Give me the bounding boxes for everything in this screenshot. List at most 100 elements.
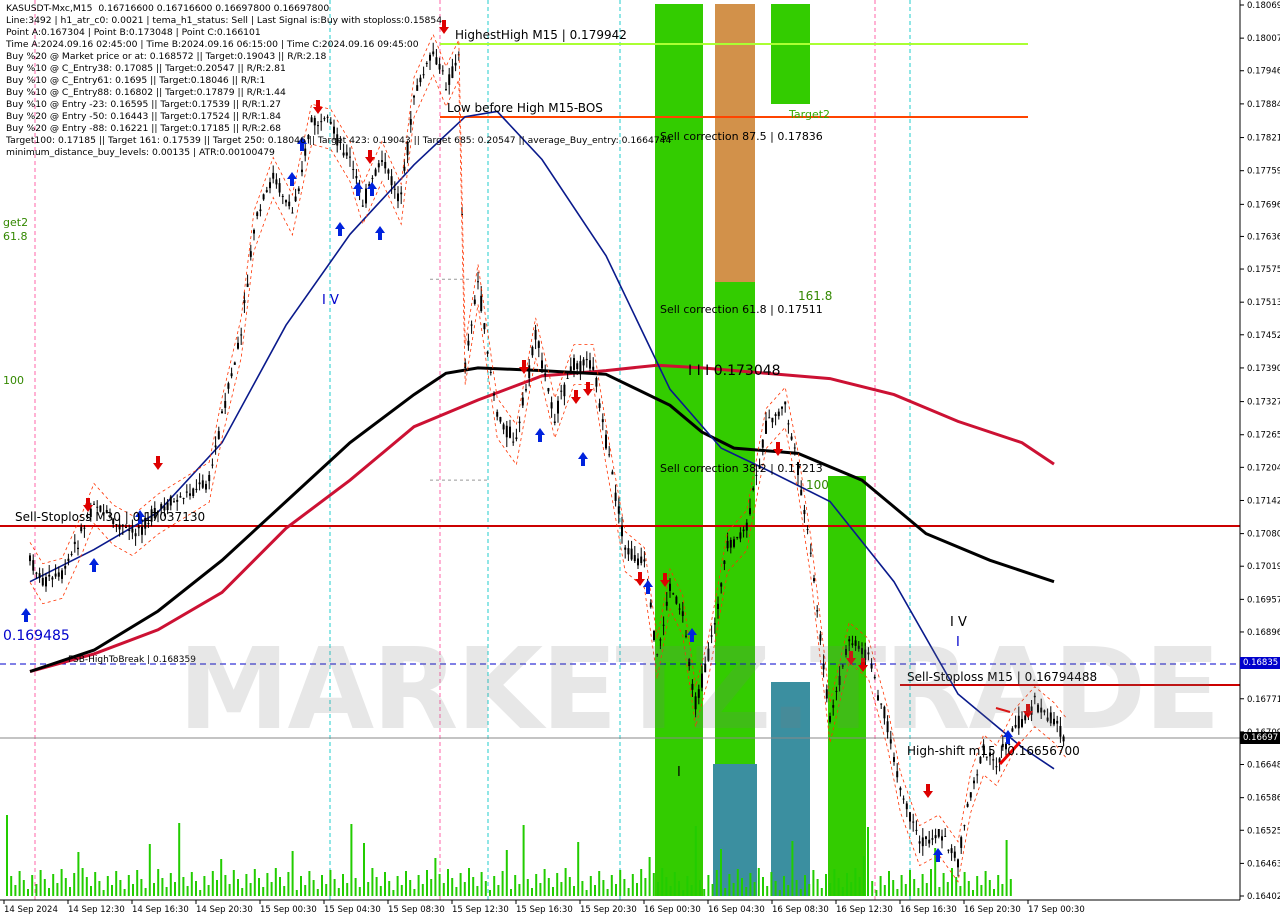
volume-bar xyxy=(459,873,462,896)
candle-body xyxy=(515,437,518,440)
volume-bar xyxy=(157,869,160,896)
volume-bar xyxy=(64,878,67,896)
candle-body xyxy=(614,492,617,501)
volume-bar xyxy=(862,856,865,896)
volume-bar xyxy=(858,877,861,896)
candle-body xyxy=(893,757,895,762)
y-tick-label: 0.17696 xyxy=(1247,200,1280,210)
candle-body xyxy=(553,421,556,423)
volume-bar xyxy=(808,884,811,896)
volume-bar xyxy=(174,882,176,896)
volume-bar xyxy=(871,881,874,896)
candle-body xyxy=(777,411,780,417)
volume-bar xyxy=(384,872,386,896)
volume-bar xyxy=(22,880,25,896)
x-tick-label: 15 Sep 16:30 xyxy=(516,905,573,915)
x-tick-label: 16 Sep 04:30 xyxy=(708,905,765,915)
volume-bar xyxy=(505,850,508,896)
volume-bar xyxy=(144,888,147,896)
candle-body xyxy=(841,665,844,667)
candle-body xyxy=(701,673,703,688)
candle-body xyxy=(685,635,687,637)
volume-bar xyxy=(610,875,613,896)
volume-bar xyxy=(270,882,273,896)
volume-bar xyxy=(766,886,769,896)
y-tick-label: 0.17821 xyxy=(1247,134,1280,144)
candle-body xyxy=(176,499,179,502)
candle-body xyxy=(768,417,771,419)
candle-body xyxy=(509,426,511,438)
volume-bar xyxy=(405,871,407,896)
candle-body xyxy=(512,441,515,443)
candle-body xyxy=(934,835,937,839)
candle-body xyxy=(1043,710,1046,713)
candle-body xyxy=(691,683,694,690)
volume-bar xyxy=(581,881,584,896)
candle-body xyxy=(563,384,566,397)
volume-bar xyxy=(774,881,777,896)
volume-bar xyxy=(489,890,491,896)
volume-bar xyxy=(736,869,739,896)
candle-body xyxy=(217,431,220,439)
volume-bar xyxy=(321,875,323,896)
volume-bar xyxy=(161,878,164,896)
candle-body xyxy=(672,593,675,595)
x-tick-label: 17 Sep 00:30 xyxy=(1028,905,1085,915)
volume-bar xyxy=(329,870,332,896)
volume-bar xyxy=(350,824,353,896)
candle-body xyxy=(669,583,671,591)
volume-bar xyxy=(715,870,718,896)
wave-i-right: I xyxy=(956,635,960,650)
info-line: Time A:2024.09.16 02:45:00 | Time B:2024… xyxy=(6,39,419,50)
candle-body xyxy=(1059,725,1062,737)
candle-body xyxy=(963,825,966,827)
candle-body xyxy=(899,787,902,791)
volume-bar xyxy=(1009,879,1012,896)
volume-bar xyxy=(560,882,563,896)
candle-body xyxy=(717,603,719,609)
volume-bar xyxy=(287,872,290,896)
candle-body xyxy=(483,323,486,330)
volume-bar xyxy=(56,883,59,896)
volume-bar xyxy=(371,868,374,896)
y-tick-label: 0.17884 xyxy=(1247,100,1280,110)
volume-bar xyxy=(379,886,382,896)
info-line: Point A:0.167304 | Point B:0.173048 | Po… xyxy=(6,27,261,38)
candle-body xyxy=(249,251,252,257)
candle-body xyxy=(393,188,396,190)
volume-bar xyxy=(640,869,643,896)
candle-body xyxy=(233,362,236,365)
volume-bar xyxy=(430,879,433,896)
volume-bar xyxy=(686,876,689,896)
candle-body xyxy=(803,509,806,515)
volume-bar xyxy=(136,870,139,896)
volume-bar xyxy=(787,885,790,896)
volume-bar xyxy=(829,883,832,896)
candle-body xyxy=(67,558,70,561)
candle-body xyxy=(720,583,723,587)
candle-body xyxy=(925,836,927,840)
volume-bar xyxy=(925,883,928,896)
candle-body xyxy=(477,281,479,283)
candle-body xyxy=(73,541,76,545)
candle-body xyxy=(736,536,739,538)
volume-bar xyxy=(27,889,29,896)
candle-body xyxy=(278,183,281,193)
left-target2-label: get2 xyxy=(3,216,28,229)
candle-body xyxy=(525,389,527,391)
candle-body xyxy=(585,358,588,361)
candle-body xyxy=(973,780,975,784)
candle-body xyxy=(32,560,35,571)
candle-body xyxy=(537,341,540,348)
volume-bar xyxy=(119,880,122,896)
candle-body xyxy=(953,851,956,858)
candle-body xyxy=(131,528,134,533)
volume-bar xyxy=(85,877,88,896)
volume-bar xyxy=(106,876,109,896)
candle-body xyxy=(976,774,979,776)
y-tick-label: 0.17327 xyxy=(1247,398,1280,408)
volume-bar xyxy=(531,888,533,896)
candle-body xyxy=(208,474,211,482)
candle-body xyxy=(371,177,374,179)
candle-body xyxy=(1014,724,1017,728)
